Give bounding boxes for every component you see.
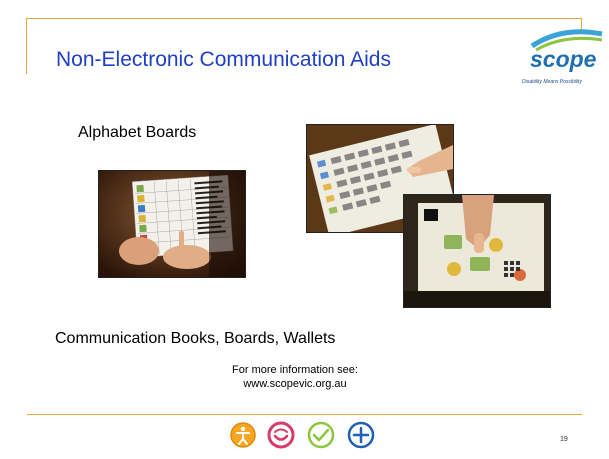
slide: Non-Electronic Communication Aids scope …: [0, 0, 609, 459]
footer-icons: [228, 421, 388, 455]
footer-rule: [27, 414, 582, 415]
person-icon: [228, 421, 258, 455]
frame-top-line: [26, 18, 581, 19]
website-link[interactable]: www.scopevic.org.au: [180, 377, 410, 391]
page-number: 19: [560, 436, 568, 443]
communication-books-label: Communication Books, Boards, Wallets: [55, 330, 336, 347]
plus-icon: [346, 421, 376, 455]
check-icon: [306, 421, 336, 455]
communication-book-image: [404, 195, 550, 307]
scope-logo: scope Disability Means Possibility: [522, 24, 606, 94]
slide-title: Non-Electronic Communication Aids: [56, 48, 391, 71]
smile-icon: [266, 421, 296, 455]
alphabet-board-photo: [98, 170, 246, 278]
more-info-text: For more information see:: [232, 364, 358, 376]
alphabet-board-image: [99, 171, 245, 277]
alphabet-boards-label: Alphabet Boards: [78, 124, 197, 141]
more-info-block: For more information see: www.scopevic.o…: [180, 363, 410, 391]
logo-wordmark: scope: [530, 46, 597, 72]
logo-tagline: Disability Means Possibility: [522, 79, 583, 85]
communication-book-photo: [403, 194, 551, 308]
frame-left-line: [26, 18, 27, 74]
